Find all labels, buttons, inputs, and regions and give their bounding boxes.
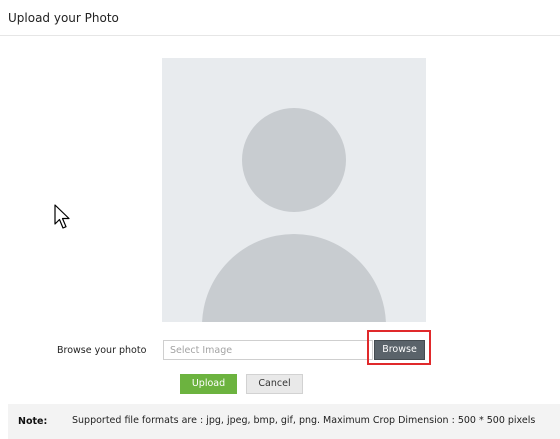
note-label: Note: bbox=[18, 416, 48, 427]
browse-button[interactable]: Browse bbox=[374, 340, 425, 360]
note-box: Note: Supported file formats are : jpg, … bbox=[8, 404, 560, 439]
upload-button[interactable]: Upload bbox=[180, 374, 237, 394]
browse-photo-label: Browse your photo bbox=[57, 345, 147, 356]
mouse-cursor-icon bbox=[54, 204, 70, 229]
avatar-body-icon bbox=[202, 234, 386, 322]
select-image-input[interactable] bbox=[163, 340, 373, 360]
page-title: Upload your Photo bbox=[8, 11, 119, 25]
avatar-head-icon bbox=[242, 108, 346, 212]
header-divider bbox=[0, 35, 560, 36]
cancel-button[interactable]: Cancel bbox=[246, 374, 303, 394]
photo-preview bbox=[162, 58, 426, 322]
note-text: Supported file formats are : jpg, jpeg, … bbox=[72, 415, 536, 426]
